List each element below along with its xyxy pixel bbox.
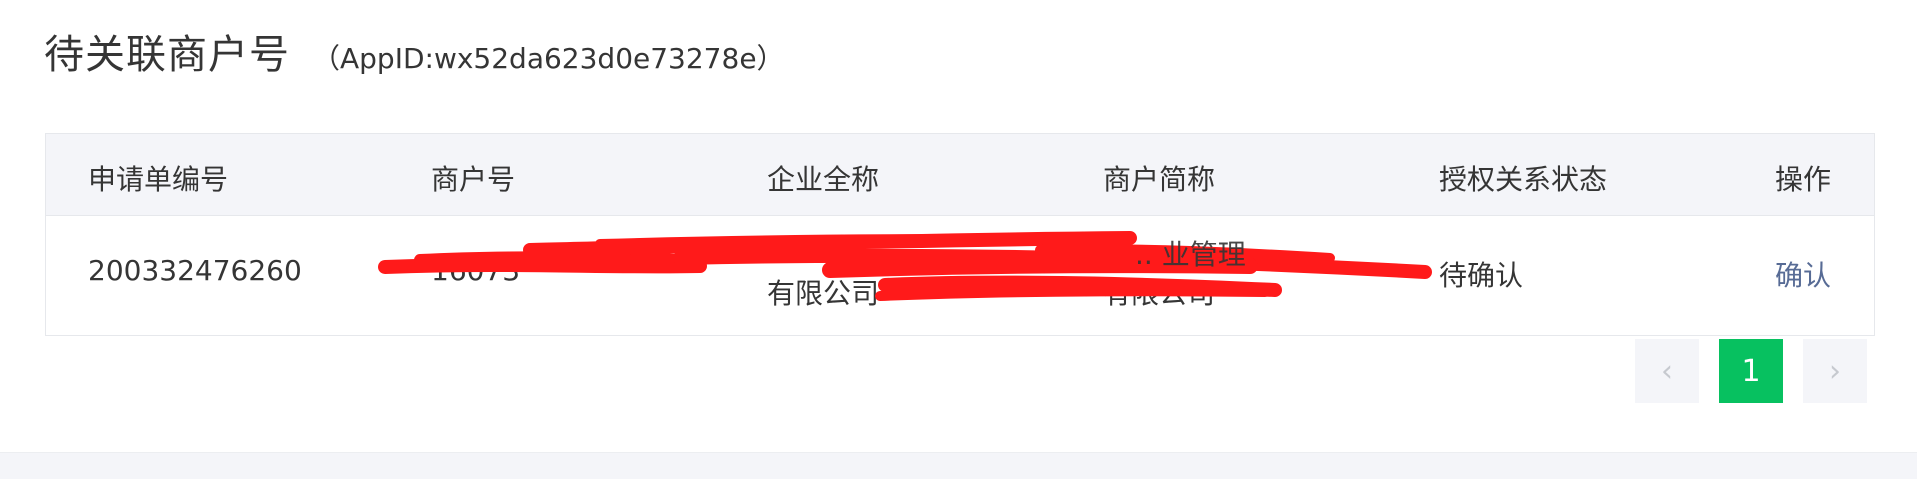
column-header-company-name: 企业全称: [767, 163, 880, 196]
app-id-label: （AppID:wx52da623d0e73278e）: [312, 42, 785, 75]
confirm-link[interactable]: 确认: [1775, 254, 1831, 294]
page-button-current[interactable]: 1: [1719, 339, 1783, 403]
status-cell: 待确认: [1439, 259, 1524, 292]
prev-page-button[interactable]: ‹: [1635, 339, 1699, 403]
footer-area: [0, 452, 1917, 479]
chevron-right-icon: ›: [1829, 353, 1841, 389]
merchant-id-cell: 16073: [431, 254, 521, 287]
next-page-button[interactable]: ›: [1803, 339, 1867, 403]
page-title: 待关联商户号: [44, 32, 290, 78]
short-name-cell: 有限公司: [1103, 277, 1216, 310]
application-id-cell: 200332476260: [88, 254, 302, 287]
column-header-action: 操作: [1775, 163, 1832, 196]
table-header: 申请单编号 商户号 企业全称 商户简称 授权关系状态 操作: [46, 134, 1874, 216]
table-row: 200332476260 16073 有限公司 有限公司 待确认 确认: [46, 216, 1874, 336]
pending-merchants-table: 申请单编号 商户号 企业全称 商户简称 授权关系状态 操作 2003324762…: [45, 133, 1875, 336]
column-header-short-name: 商户简称: [1103, 163, 1216, 196]
column-header-application-id: 申请单编号: [88, 163, 229, 196]
column-header-status: 授权关系状态: [1439, 163, 1608, 196]
column-header-merchant-id: 商户号: [431, 163, 516, 196]
page-header: 待关联商户号 （AppID:wx52da623d0e73278e）: [44, 22, 785, 82]
company-name-cell: 有限公司: [767, 277, 880, 310]
chevron-left-icon: ‹: [1661, 353, 1673, 389]
